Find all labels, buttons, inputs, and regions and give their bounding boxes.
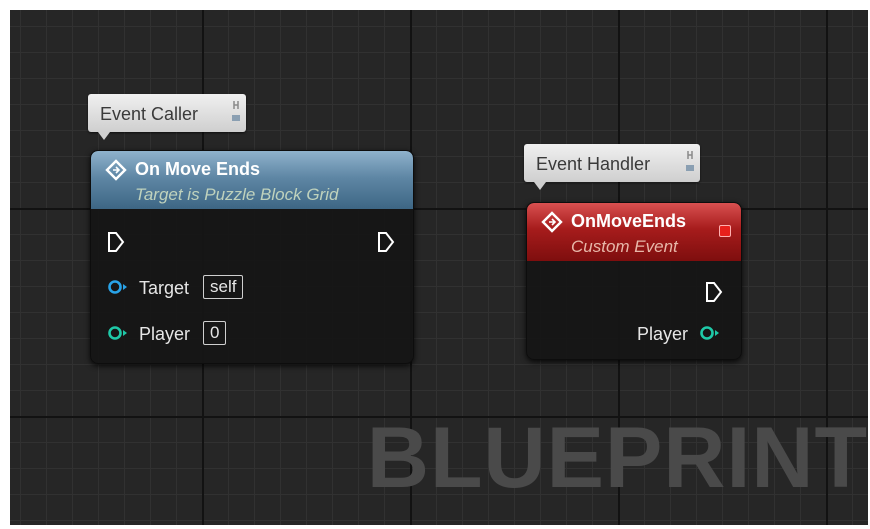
pin-row-player: Player 0: [91, 321, 413, 349]
event-diamond-icon: [105, 159, 127, 181]
pin-label-target: Target: [139, 278, 190, 298]
pin-row-player: Player: [527, 321, 741, 349]
blueprint-watermark: BLUEPRINT: [366, 410, 868, 506]
integer-pin-icon[interactable]: [107, 325, 129, 341]
event-diamond-icon: [541, 211, 563, 233]
node-on-move-ends-call[interactable]: On Move Ends Target is Puzzle Block Grid…: [90, 150, 414, 364]
comment-pin-icon[interactable]: [231, 99, 241, 125]
target-value-field[interactable]: self: [203, 275, 244, 299]
object-pin-icon[interactable]: [107, 279, 129, 295]
stop-icon: [719, 225, 731, 237]
comment-tail: [534, 182, 546, 190]
node-title: On Move Ends: [135, 159, 261, 179]
node-title: OnMoveEnds: [571, 211, 687, 231]
node-subtitle: Custom Event: [571, 237, 678, 256]
node-header[interactable]: On Move Ends Target is Puzzle Block Grid: [91, 151, 413, 209]
pin-label-player: Player: [139, 324, 191, 344]
comment-tail: [98, 132, 110, 140]
integer-pin-icon[interactable]: [699, 325, 721, 341]
node-onmoveends-custom-event[interactable]: OnMoveEnds Custom Event Player: [526, 202, 742, 360]
pin-row-target: Target self: [91, 275, 413, 303]
blueprint-graph-canvas[interactable]: BLUEPRINT Event Caller Event Handler On …: [10, 10, 868, 525]
comment-bubble-event-caller[interactable]: Event Caller: [88, 94, 246, 140]
exec-in-pin-icon[interactable]: [107, 231, 125, 253]
comment-text: Event Caller: [100, 104, 199, 124]
player-value-field[interactable]: 0: [203, 321, 227, 345]
exec-out-pin-icon[interactable]: [377, 231, 395, 253]
comment-bubble-event-handler[interactable]: Event Handler: [524, 144, 700, 190]
pin-label-player: Player: [637, 324, 689, 344]
node-subtitle: Target is Puzzle Block Grid: [135, 185, 339, 204]
comment-pin-icon[interactable]: [685, 149, 695, 175]
exec-out-pin-icon[interactable]: [705, 281, 723, 303]
node-header[interactable]: OnMoveEnds Custom Event: [527, 203, 741, 261]
comment-text: Event Handler: [536, 154, 651, 174]
